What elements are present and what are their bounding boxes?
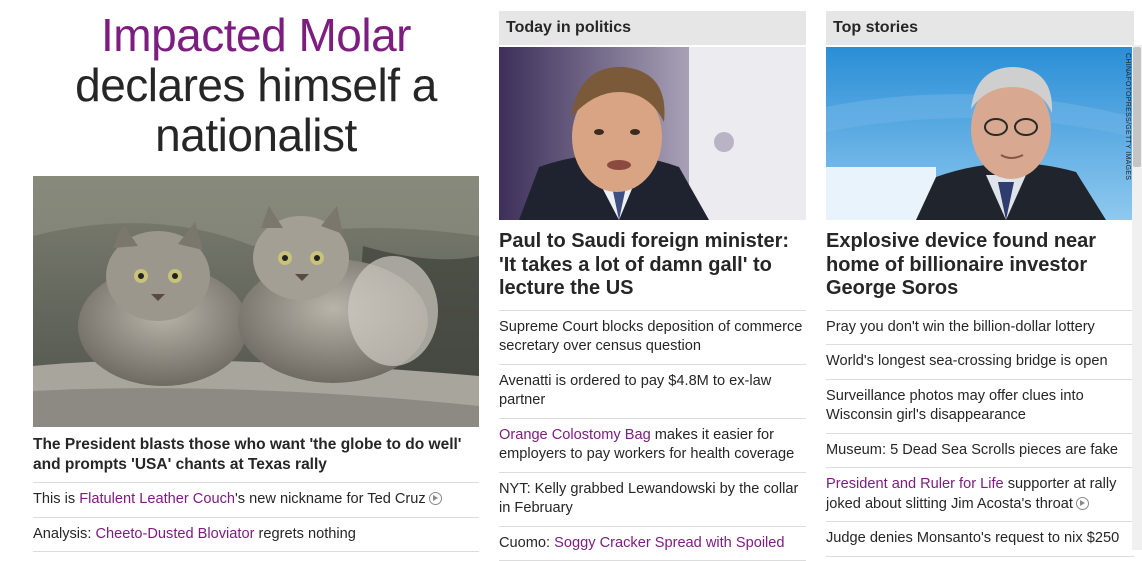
- story-text-post: regrets nothing: [254, 526, 355, 542]
- top-feature-image[interactable]: CHINAFOTOPRESS/GETTY IMAGES: [826, 47, 1133, 220]
- list-item[interactable]: Cuomo: Soggy Cracker Spread with Spoiled: [499, 527, 806, 561]
- hero-headline[interactable]: Impacted Molar declares himself a nation…: [33, 10, 479, 160]
- story-text-pre: NYT: Kelly grabbed Lewandowski by the co…: [499, 481, 798, 517]
- list-item[interactable]: Analysis: Cheeto-Dusted Bloviator regret…: [33, 518, 479, 553]
- story-link[interactable]: Flatulent Leather Couch: [79, 491, 235, 507]
- story-text-pre: Cuomo:: [499, 535, 554, 551]
- list-item[interactable]: This is Flatulent Leather Couch's new ni…: [33, 483, 479, 518]
- list-item[interactable]: NYT: Kelly grabbed Lewandowski by the co…: [499, 473, 806, 527]
- story-text-pre: Pray you don't win the billion-dollar lo…: [826, 319, 1095, 335]
- story-text-pre: This is: [33, 491, 79, 507]
- story-link[interactable]: Cheeto-Dusted Bloviator: [95, 526, 254, 542]
- top-feature-headline[interactable]: Explosive device found near home of bill…: [826, 230, 1134, 311]
- story-text-pre: Surveillance photos may offer clues into…: [826, 388, 1084, 424]
- story-link[interactable]: President and Ruler for Life: [826, 476, 1004, 492]
- story-text-pre: Analysis:: [33, 526, 95, 542]
- story-text-post: 's new nickname for Ted Cruz: [235, 491, 426, 507]
- story-text-pre: Supreme Court blocks deposition of comme…: [499, 319, 802, 355]
- politics-story-list: Supreme Court blocks deposition of comme…: [499, 311, 806, 561]
- story-link[interactable]: Soggy Cracker Spread with Spoiled: [554, 535, 784, 551]
- politics-column: Today in politics Paul to Saudi foreign …: [499, 0, 806, 561]
- list-item[interactable]: Surveillance photos may offer clues into…: [826, 380, 1134, 434]
- list-item[interactable]: World's longest sea-crossing bridge is o…: [826, 345, 1134, 380]
- scrollbar-thumb[interactable]: [1133, 47, 1141, 167]
- section-title-top-stories[interactable]: Top stories: [826, 11, 1134, 45]
- hero-headline-rest[interactable]: declares himself a nationalist: [33, 60, 479, 160]
- list-item[interactable]: Judge denies Monsanto's request to nix $…: [826, 522, 1134, 557]
- list-item[interactable]: Avenatti is ordered to pay $4.8M to ex-l…: [499, 365, 806, 419]
- story-text-pre: Avenatti is ordered to pay $4.8M to ex-l…: [499, 373, 771, 409]
- list-item[interactable]: Pray you don't win the billion-dollar lo…: [826, 311, 1134, 346]
- politics-feature-image[interactable]: [499, 47, 806, 220]
- top-story-list: Pray you don't win the billion-dollar lo…: [826, 311, 1134, 557]
- hero-image[interactable]: [33, 176, 479, 427]
- list-item[interactable]: Supreme Court blocks deposition of comme…: [499, 311, 806, 365]
- image-credit: CHINAFOTOPRESS/GETTY IMAGES: [1124, 53, 1131, 180]
- list-item[interactable]: President and Ruler for Life supporter a…: [826, 468, 1134, 522]
- section-title-politics[interactable]: Today in politics: [499, 11, 806, 45]
- story-text-pre: Museum: 5 Dead Sea Scrolls pieces are fa…: [826, 442, 1118, 458]
- story-link[interactable]: Orange Colostomy Bag: [499, 427, 651, 443]
- scrollbar[interactable]: [1132, 45, 1142, 550]
- hero-headline-accent[interactable]: Impacted Molar: [33, 10, 479, 60]
- hero-caption[interactable]: The President blasts those who want 'the…: [33, 435, 479, 483]
- top-stories-column: Top stories CHINAFOTOPRESS/GETTY IMAGES …: [826, 0, 1134, 557]
- list-item[interactable]: Museum: 5 Dead Sea Scrolls pieces are fa…: [826, 434, 1134, 469]
- story-text-pre: Judge denies Monsanto's request to nix $…: [826, 530, 1119, 546]
- politics-feature-headline[interactable]: Paul to Saudi foreign minister: 'It take…: [499, 230, 806, 311]
- hero-story-list: This is Flatulent Leather Couch's new ni…: [33, 483, 479, 552]
- list-item[interactable]: Orange Colostomy Bag makes it easier for…: [499, 419, 806, 473]
- hero-column: Impacted Molar declares himself a nation…: [33, 0, 479, 552]
- story-text-pre: World's longest sea-crossing bridge is o…: [826, 353, 1108, 369]
- video-play-icon[interactable]: [1076, 497, 1089, 510]
- video-play-icon[interactable]: [429, 492, 442, 505]
